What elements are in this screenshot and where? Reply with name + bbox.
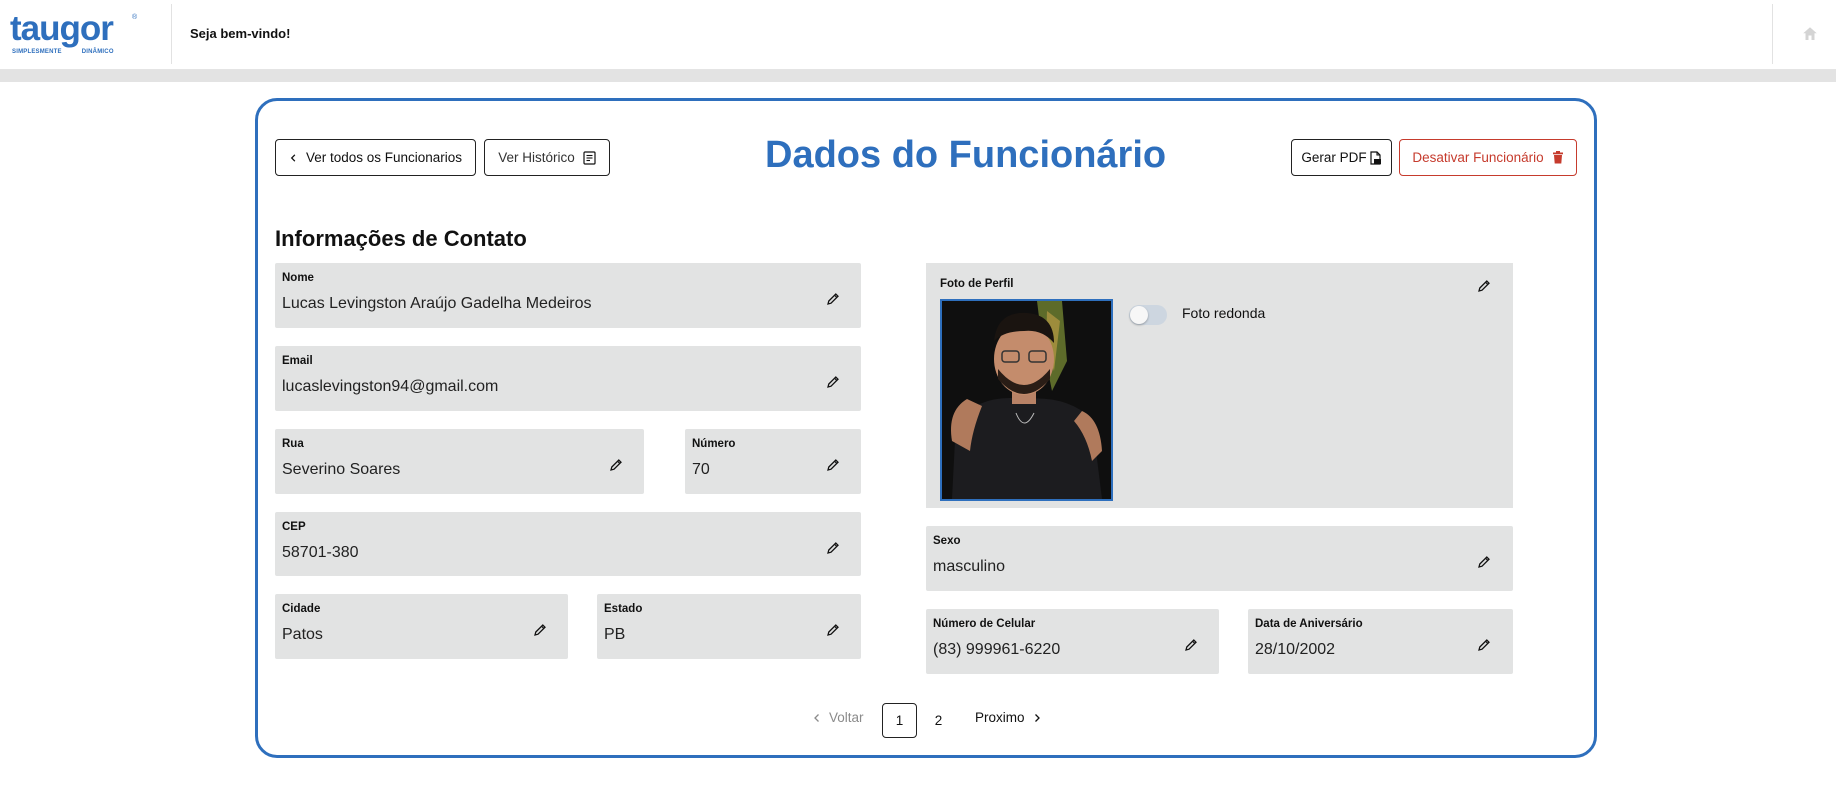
page-title: Dados do Funcionário — [765, 134, 1167, 176]
view-all-employees-button[interactable]: Ver todos os Funcionarios — [275, 139, 476, 176]
chevron-left-icon — [290, 153, 296, 162]
next-page-label: Proximo — [975, 710, 1025, 725]
contact-info-title: Informações de Contato — [275, 226, 527, 251]
pencil-icon[interactable] — [1477, 279, 1491, 293]
birthday-label: Data de Aniversário — [1255, 618, 1363, 630]
email-value: lucaslevingston94@gmail.com — [282, 378, 499, 395]
pencil-icon[interactable] — [609, 458, 623, 472]
previous-page-label: Voltar — [829, 710, 864, 725]
state-label: Estado — [604, 603, 643, 615]
header-divider — [171, 4, 172, 64]
phone-field: Número de Celular (83) 999961-6220 — [926, 609, 1219, 674]
header-strip — [0, 70, 1836, 82]
logo-tagline: SIMPLESMENTE DINÂMICO — [12, 49, 114, 55]
email-label: Email — [282, 355, 313, 367]
pencil-icon[interactable] — [826, 375, 840, 389]
next-page-button[interactable]: Proximo — [975, 710, 1041, 725]
round-photo-label: Foto redonda — [1182, 305, 1266, 321]
pencil-icon[interactable] — [533, 623, 547, 637]
birthday-value: 28/10/2002 — [1255, 641, 1336, 658]
logo-text: taugor — [10, 9, 114, 48]
deactivate-employee-button[interactable]: Desativar Funcionário — [1399, 139, 1577, 176]
pencil-icon[interactable] — [1184, 638, 1198, 652]
pencil-icon[interactable] — [826, 623, 840, 637]
phone-label: Número de Celular — [933, 618, 1036, 630]
profile-photo-image — [942, 301, 1111, 499]
phone-value: (83) 999961-6220 — [933, 641, 1061, 658]
name-value: Lucas Levingston Araújo Gadelha Medeiros — [282, 295, 592, 312]
cep-field: CEP 58701-380 — [275, 512, 861, 576]
street-field: Rua Severino Soares — [275, 429, 644, 494]
pencil-icon[interactable] — [1477, 638, 1491, 652]
pdf-file-icon — [1370, 150, 1381, 165]
number-field: Número 70 — [685, 429, 861, 494]
page-1-button[interactable]: 1 — [882, 703, 917, 738]
gender-field: Sexo masculino — [926, 526, 1513, 591]
profile-photo[interactable] — [940, 299, 1113, 501]
street-label: Rua — [282, 438, 304, 450]
trash-icon — [1552, 151, 1563, 164]
state-field: Estado PB — [597, 594, 861, 659]
toggle-knob — [1130, 306, 1148, 324]
city-field: Cidade Patos — [275, 594, 568, 659]
round-photo-toggle[interactable] — [1129, 305, 1167, 325]
top-bar: taugor ® SIMPLESMENTE DINÂMICO Seja bem-v… — [0, 0, 1836, 70]
gender-label: Sexo — [933, 535, 961, 547]
pencil-icon[interactable] — [826, 292, 840, 306]
email-field: Email lucaslevingston94@gmail.com — [275, 346, 861, 411]
pencil-icon[interactable] — [1477, 555, 1491, 569]
view-all-employees-label: Ver todos os Funcionarios — [305, 150, 463, 165]
number-value: 70 — [692, 461, 710, 478]
header-divider — [1772, 4, 1773, 64]
taugor-logo[interactable]: taugor ® SIMPLESMENTE DINÂMICO — [10, 9, 138, 56]
page-2-button[interactable]: 2 — [921, 703, 956, 738]
number-label: Número — [692, 438, 736, 450]
cep-value: 58701-380 — [282, 544, 359, 561]
name-label: Nome — [282, 272, 314, 284]
previous-page-button[interactable]: Voltar — [813, 710, 864, 725]
welcome-text: Seja bem-vindo! — [190, 26, 291, 41]
gender-value: masculino — [933, 558, 1006, 575]
generate-pdf-label: Gerar PDF — [1301, 150, 1367, 165]
state-value: PB — [604, 626, 626, 643]
cep-label: CEP — [282, 521, 306, 533]
profile-photo-label: Foto de Perfil — [940, 278, 1014, 290]
generate-pdf-button[interactable]: Gerar PDF — [1291, 139, 1392, 176]
street-value: Severino Soares — [282, 461, 401, 478]
pencil-icon[interactable] — [826, 541, 840, 555]
profile-photo-panel: Foto de Perfil Foto redonda — [926, 263, 1513, 508]
name-field: Nome Lucas Levingston Araújo Gadelha Med… — [275, 263, 861, 328]
city-value: Patos — [282, 626, 323, 643]
pencil-icon[interactable] — [826, 458, 840, 472]
home-icon[interactable] — [1801, 25, 1819, 43]
view-history-button[interactable]: Ver Histórico — [484, 139, 610, 176]
chevron-left-icon — [814, 713, 819, 722]
chevron-right-icon — [1034, 713, 1040, 722]
registered-mark: ® — [132, 14, 138, 21]
deactivate-employee-label: Desativar Funcionário — [1412, 150, 1544, 165]
document-icon — [583, 150, 596, 165]
view-history-label: Ver Histórico — [498, 150, 575, 165]
birthday-field: Data de Aniversário 28/10/2002 — [1248, 609, 1513, 674]
city-label: Cidade — [282, 603, 321, 615]
